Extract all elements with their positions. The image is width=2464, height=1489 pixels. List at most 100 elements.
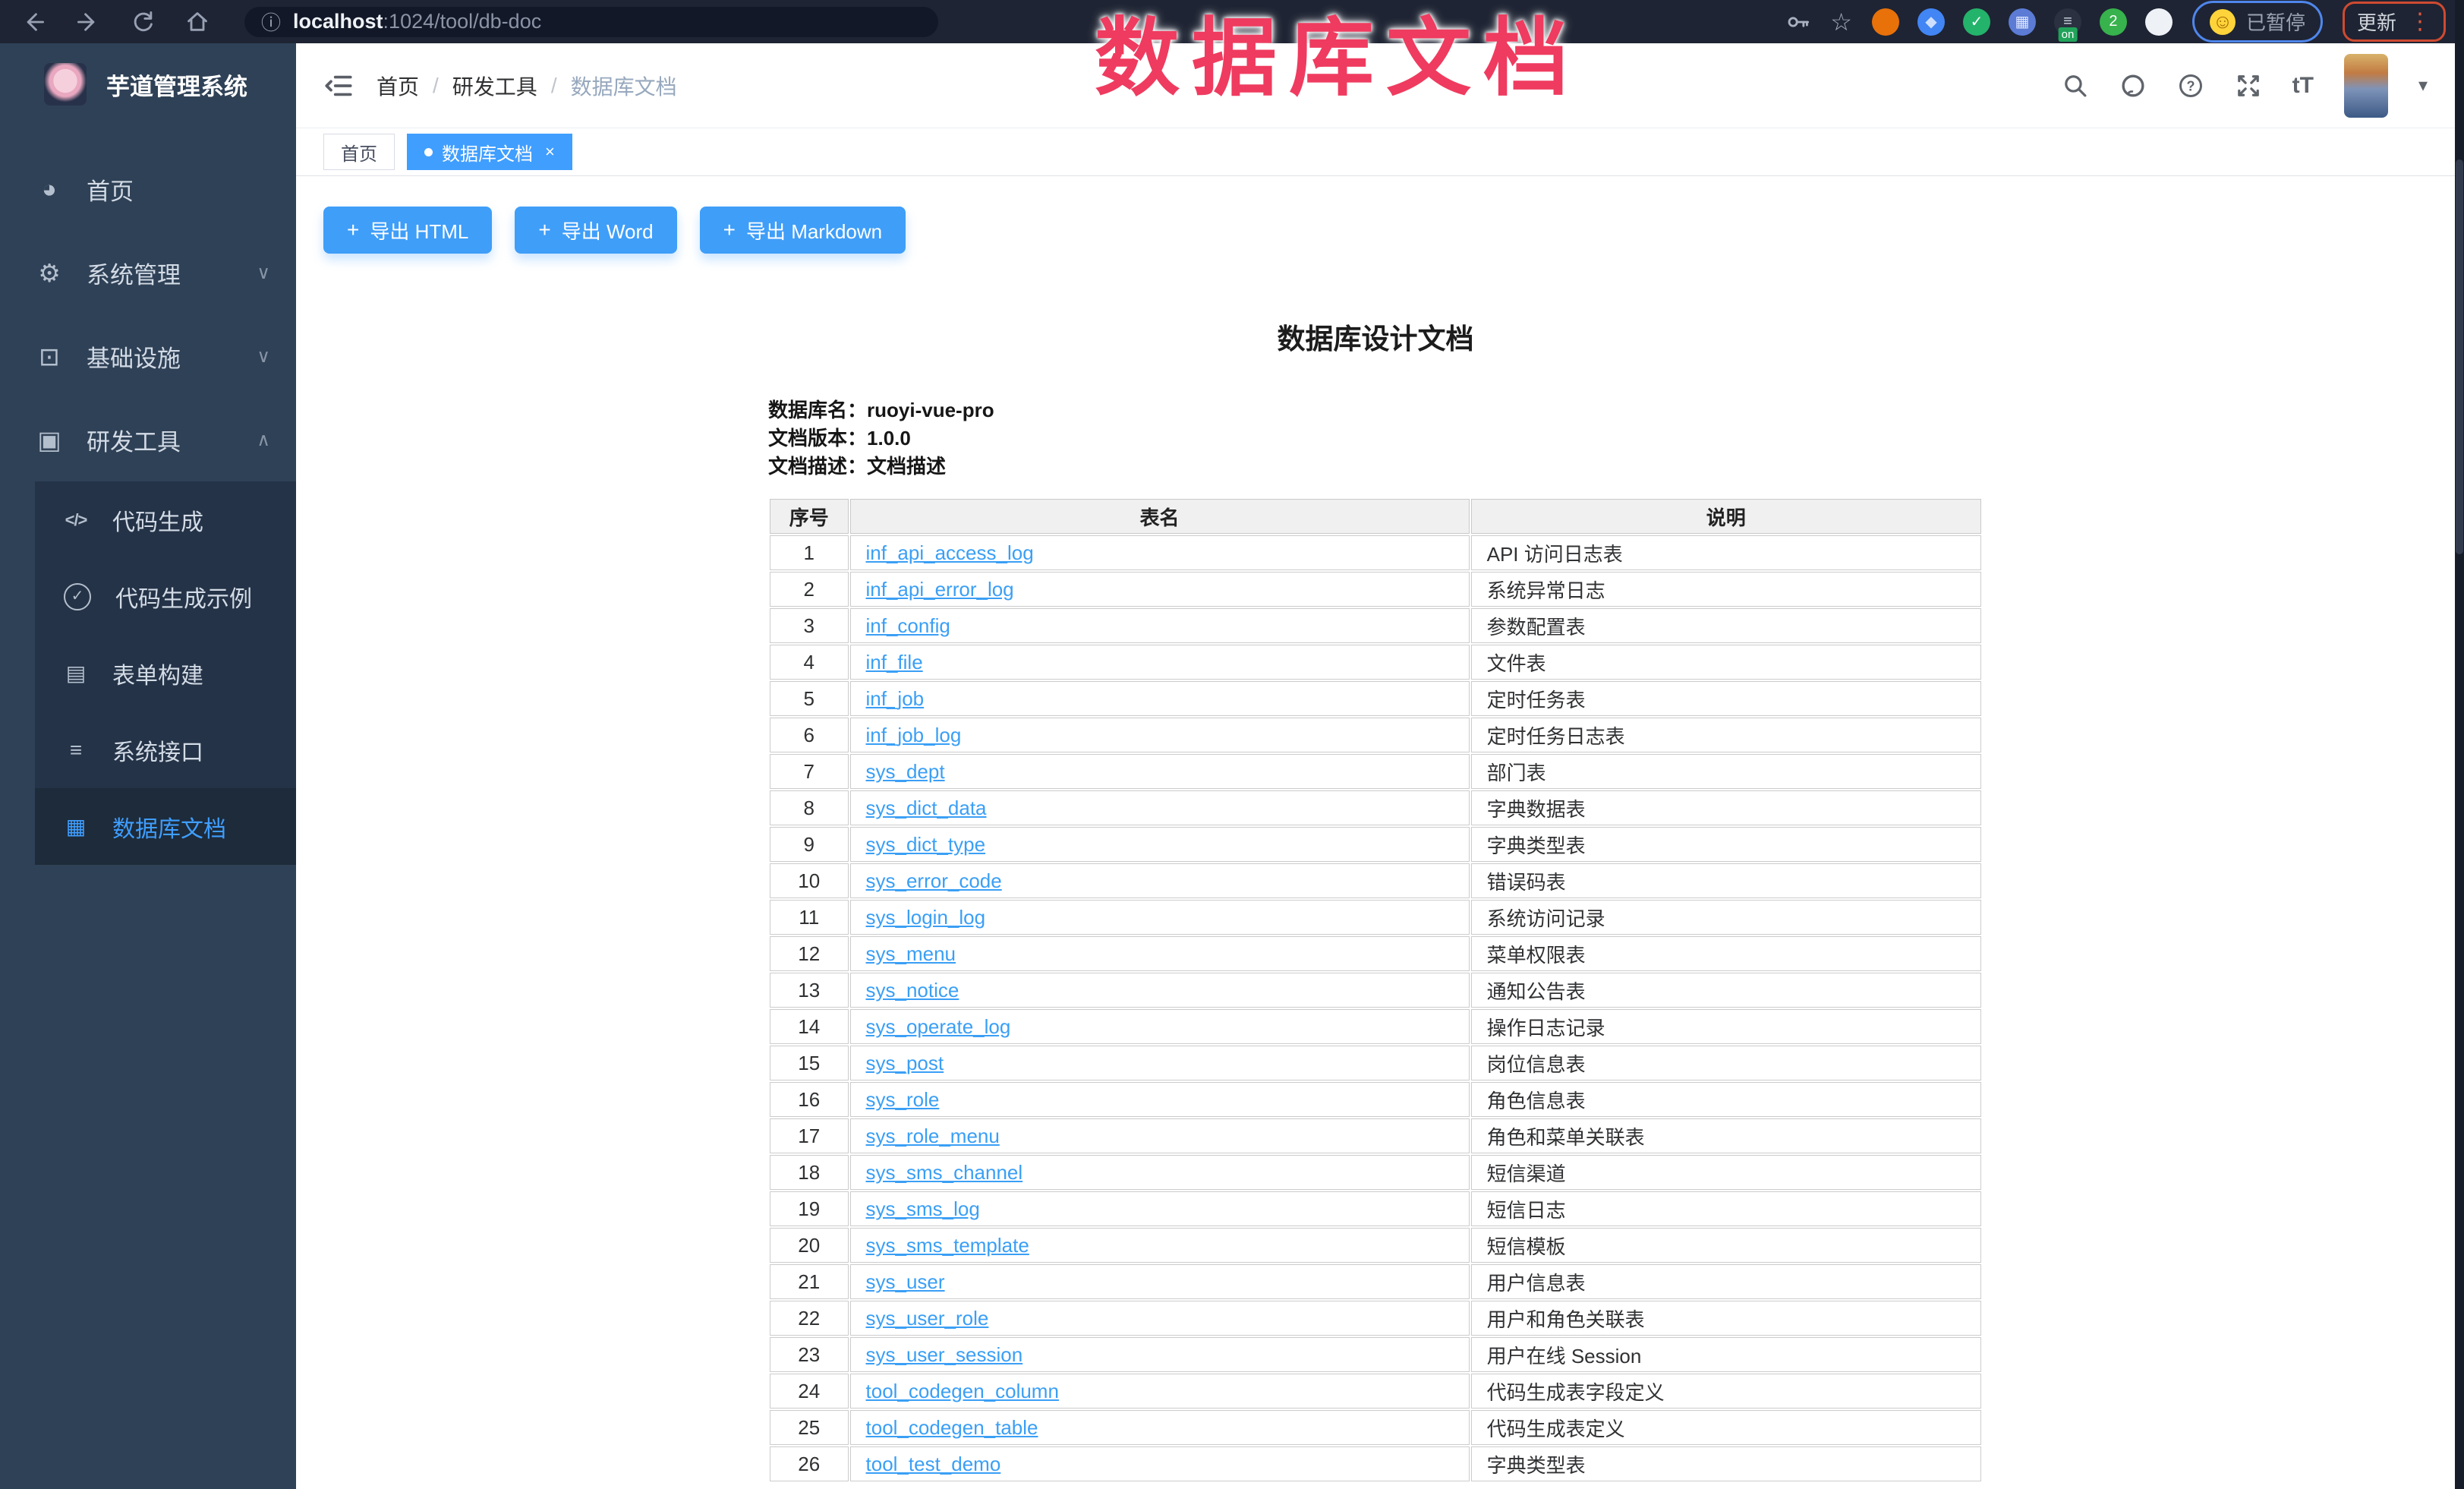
submenu-item-icon: ▤ bbox=[59, 661, 93, 686]
github-icon[interactable] bbox=[2119, 72, 2147, 99]
tab-home[interactable]: 首页 bbox=[323, 134, 395, 170]
button-export-markdown[interactable]: + 导出 Markdown bbox=[700, 207, 906, 254]
browser-update-button[interactable]: 更新 ⋮ bbox=[2343, 2, 2446, 42]
browser-reload-icon[interactable] bbox=[131, 10, 155, 34]
url-text: localhost:1024/tool/db-doc bbox=[293, 10, 541, 33]
fullscreen-icon[interactable] bbox=[2235, 72, 2262, 99]
submenu-item-system-api[interactable]: ≡ 系统接口 bbox=[35, 711, 296, 788]
col-header-index: 序号 bbox=[770, 499, 849, 534]
table-name-cell: sys_error_code bbox=[850, 863, 1470, 898]
site-info-icon[interactable]: ⓘ bbox=[261, 8, 281, 36]
submenu-item-codegen-example[interactable]: ✓ 代码生成示例 bbox=[35, 558, 296, 635]
browser-menu-icon[interactable]: ⋮ bbox=[2409, 11, 2431, 33]
table-name-link[interactable]: tool_codegen_table bbox=[866, 1416, 1038, 1439]
button-export-word[interactable]: + 导出 Word bbox=[515, 207, 676, 254]
row-index-cell: 21 bbox=[770, 1264, 849, 1299]
sidebar: 芋道管理系统 ◕ 首页 ⚙ 系统管理 ∨ bbox=[0, 43, 296, 1489]
tab-close-icon[interactable]: × bbox=[545, 144, 555, 160]
sidebar-item-home[interactable]: ◕ 首页 bbox=[0, 147, 296, 231]
table-row: 13 sys_notice 通知公告表 bbox=[770, 973, 1981, 1008]
help-icon[interactable]: ? bbox=[2177, 72, 2204, 99]
app-logo-row[interactable]: 芋道管理系统 bbox=[0, 43, 296, 106]
table-name-cell: tool_codegen_column bbox=[850, 1374, 1470, 1409]
app-title: 芋道管理系统 bbox=[106, 68, 247, 102]
table-name-link[interactable]: tool_test_demo bbox=[866, 1453, 1001, 1475]
table-name-link[interactable]: sys_user_session bbox=[866, 1343, 1023, 1366]
extension-orange-circle[interactable] bbox=[1872, 8, 1899, 36]
scrollbar-thumb[interactable] bbox=[2456, 159, 2463, 554]
sidebar-item-system-management[interactable]: ⚙ 系统管理 ∨ bbox=[0, 231, 296, 314]
extension-blue-grid[interactable]: ▦ bbox=[2009, 8, 2036, 36]
topbar: 首页 /研发工具 /数据库文档 ? tT ▾ bbox=[296, 43, 2455, 128]
browser-forward-icon[interactable] bbox=[76, 10, 100, 34]
tab-label: 数据库文档 bbox=[442, 139, 533, 166]
breadcrumb-item[interactable]: 首页 bbox=[377, 71, 419, 101]
table-row: 16 sys_role 角色信息表 bbox=[770, 1082, 1981, 1117]
button-export-html[interactable]: + 导出 HTML bbox=[323, 207, 492, 254]
table-name-link[interactable]: tool_codegen_column bbox=[866, 1380, 1059, 1402]
table-row: 24 tool_codegen_column 代码生成表字段定义 bbox=[770, 1374, 1981, 1409]
table-name-link[interactable]: inf_api_access_log bbox=[866, 541, 1034, 564]
extension-green-2[interactable]: 2 bbox=[2100, 8, 2127, 36]
table-name-link[interactable]: inf_api_error_log bbox=[866, 578, 1014, 601]
extension-blue-pin[interactable]: ◆ bbox=[1917, 8, 1945, 36]
page-scrollbar[interactable] bbox=[2455, 0, 2464, 1489]
sidebar-item-dev-tools[interactable]: ▣ 研发工具 ∧ bbox=[0, 398, 296, 481]
sidebar-item-infrastructure[interactable]: ⊡ 基础设施 ∨ bbox=[0, 314, 296, 398]
search-icon[interactable] bbox=[2062, 72, 2089, 99]
chevron-icon: ∨ bbox=[257, 262, 270, 284]
table-name-link[interactable]: sys_login_log bbox=[866, 906, 986, 929]
table-name-link[interactable]: sys_dept bbox=[866, 760, 945, 783]
table-name-link[interactable]: inf_job_log bbox=[866, 724, 962, 746]
browser-back-icon[interactable] bbox=[21, 10, 46, 34]
password-key-icon[interactable] bbox=[1786, 10, 1810, 34]
table-name-link[interactable]: sys_sms_template bbox=[866, 1234, 1029, 1257]
submenu-item-label: 系统接口 bbox=[112, 733, 203, 767]
table-name-link[interactable]: inf_job bbox=[866, 687, 925, 710]
table-name-link[interactable]: sys_post bbox=[866, 1052, 944, 1074]
font-size-icon[interactable]: tT bbox=[2292, 73, 2314, 99]
col-header-description: 说明 bbox=[1471, 499, 1981, 534]
browser-home-icon[interactable] bbox=[185, 10, 210, 34]
breadcrumb-item[interactable]: 研发工具 bbox=[452, 71, 537, 101]
table-name-link[interactable]: sys_role_menu bbox=[866, 1125, 1000, 1147]
table-name-link[interactable]: sys_user_role bbox=[866, 1307, 989, 1330]
submenu-item-codegen[interactable]: </> 代码生成 bbox=[35, 481, 296, 558]
row-index-cell: 7 bbox=[770, 754, 849, 789]
submenu-item-db-doc[interactable]: ▦ 数据库文档 bbox=[35, 788, 296, 865]
extension-vpn-on[interactable]: ≡on bbox=[2054, 8, 2081, 36]
bookmark-star-icon[interactable]: ☆ bbox=[1830, 10, 1852, 34]
table-name-cell: sys_role bbox=[850, 1082, 1470, 1117]
table-name-cell: inf_api_error_log bbox=[850, 572, 1470, 607]
extension-paused-pill[interactable]: ☺ 已暂停 bbox=[2192, 1, 2323, 43]
breadcrumb-item[interactable]: 数据库文档 bbox=[571, 71, 677, 101]
table-name-link[interactable]: sys_dict_type bbox=[866, 833, 986, 856]
table-name-link[interactable]: sys_sms_log bbox=[866, 1197, 980, 1220]
table-name-link[interactable]: sys_operate_log bbox=[866, 1015, 1011, 1038]
table-row: 15 sys_post 岗位信息表 bbox=[770, 1046, 1981, 1080]
table-row: 3 inf_config 参数配置表 bbox=[770, 608, 1981, 643]
submenu-item-form-builder[interactable]: ▤ 表单构建 bbox=[35, 635, 296, 711]
description-cell: 参数配置表 bbox=[1471, 608, 1981, 643]
url-bar[interactable]: ⓘ localhost:1024/tool/db-doc bbox=[244, 7, 938, 37]
table-name-cell: sys_dict_type bbox=[850, 827, 1470, 862]
tab-db-doc[interactable]: 数据库文档 × bbox=[407, 134, 572, 170]
table-name-link[interactable]: inf_file bbox=[866, 651, 923, 674]
extension-puzzle[interactable] bbox=[2145, 8, 2173, 36]
table-name-link[interactable]: inf_config bbox=[866, 614, 950, 637]
table-name-link[interactable]: sys_notice bbox=[866, 979, 959, 1002]
table-name-link[interactable]: sys_error_code bbox=[866, 869, 1002, 892]
description-cell: 系统访问记录 bbox=[1471, 900, 1981, 935]
table-name-link[interactable]: sys_role bbox=[866, 1088, 940, 1111]
table-name-link[interactable]: sys_dict_data bbox=[866, 797, 987, 819]
extension-green-check[interactable]: ✓ bbox=[1963, 8, 1990, 36]
button-label: 导出 Word bbox=[562, 216, 654, 244]
table-name-link[interactable]: sys_user bbox=[866, 1270, 945, 1293]
table-name-link[interactable]: sys_sms_channel bbox=[866, 1161, 1023, 1184]
table-name-link[interactable]: sys_menu bbox=[866, 942, 956, 965]
sidebar-collapse-icon[interactable] bbox=[323, 71, 354, 101]
row-index-cell: 15 bbox=[770, 1046, 849, 1080]
avatar-caret-icon[interactable]: ▾ bbox=[2418, 74, 2428, 96]
table-name-cell: sys_menu bbox=[850, 936, 1470, 971]
user-avatar[interactable] bbox=[2344, 54, 2388, 118]
